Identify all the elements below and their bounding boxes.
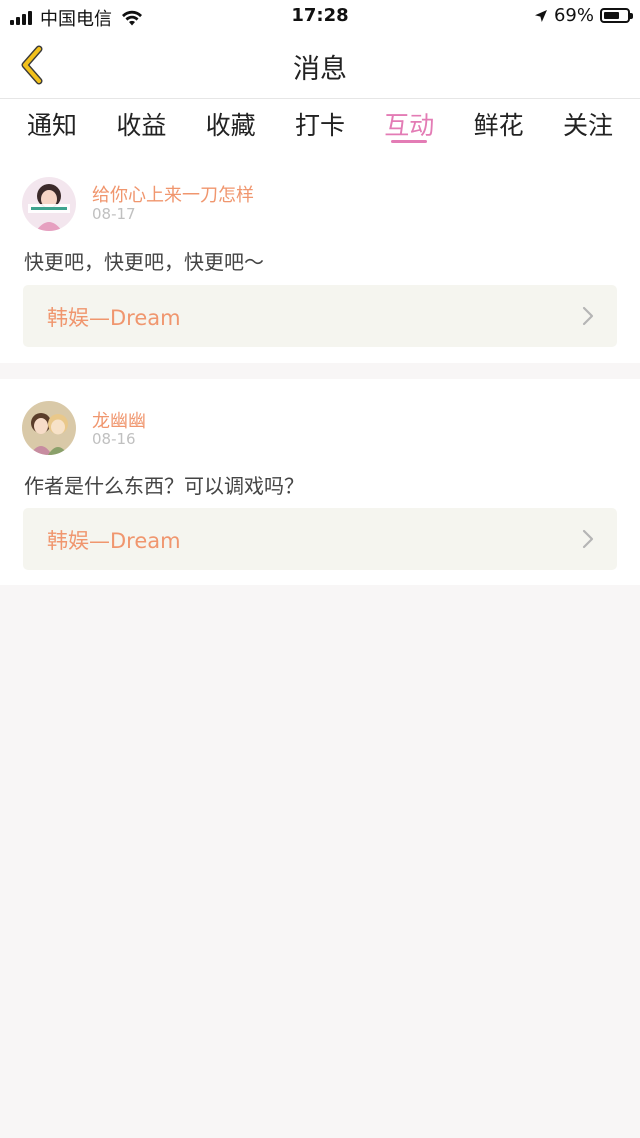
battery-percent: 69% xyxy=(553,5,594,26)
message-text: 作者是什么东西？可以调戏吗？ xyxy=(24,474,304,498)
active-tab-indicator xyxy=(391,140,428,143)
avatar[interactable] xyxy=(22,177,76,231)
tab-interactions[interactable]: 互动 xyxy=(379,99,439,155)
tab-label: 互动 xyxy=(384,111,435,140)
message-date: 08-17 xyxy=(92,205,136,223)
tab-label: 打卡 xyxy=(294,111,345,140)
tab-favorites[interactable]: 收藏 xyxy=(201,99,261,155)
chevron-right-icon xyxy=(582,529,594,549)
tab-flowers[interactable]: 鲜花 xyxy=(469,99,529,155)
message-date: 08-16 xyxy=(92,430,136,448)
story-link[interactable]: 韩娱—Dream xyxy=(23,285,617,347)
story-link-label: 韩娱—Dream xyxy=(47,529,181,553)
chevron-right-icon xyxy=(582,306,594,326)
message-text: 快更吧，快更吧，快更吧～ xyxy=(24,250,264,274)
avatar[interactable] xyxy=(22,401,76,455)
tab-label: 关注 xyxy=(562,111,613,140)
tab-bar: 通知 收益 收藏 打卡 互动 鲜花 关注 xyxy=(0,99,640,155)
page-title: 消息 xyxy=(293,54,347,85)
tab-label: 收益 xyxy=(116,111,167,140)
story-link-label: 韩娱—Dream xyxy=(47,306,181,330)
tab-label: 鲜花 xyxy=(473,111,524,140)
username[interactable]: 给你心上来一刀怎样 xyxy=(92,181,254,207)
tab-checkin[interactable]: 打卡 xyxy=(290,99,350,155)
message-card: 给你心上来一刀怎样 08-17 快更吧，快更吧，快更吧～ 韩娱—Dream xyxy=(0,155,640,363)
battery-icon xyxy=(600,8,633,23)
status-right: 69% xyxy=(534,5,633,26)
tab-following[interactable]: 关注 xyxy=(558,99,618,155)
tab-earnings[interactable]: 收益 xyxy=(111,99,171,155)
location-arrow-icon xyxy=(534,9,547,22)
story-link[interactable]: 韩娱—Dream xyxy=(23,508,617,570)
tab-notifications[interactable]: 通知 xyxy=(22,99,82,155)
status-bar: 中国电信 17:28 69% xyxy=(0,0,640,32)
tab-label: 收藏 xyxy=(205,111,256,140)
message-card: 龙幽幽 08-16 作者是什么东西？可以调戏吗？ 韩娱—Dream xyxy=(0,379,640,585)
nav-bar: 消息 xyxy=(0,32,640,99)
tab-label: 通知 xyxy=(26,111,77,140)
